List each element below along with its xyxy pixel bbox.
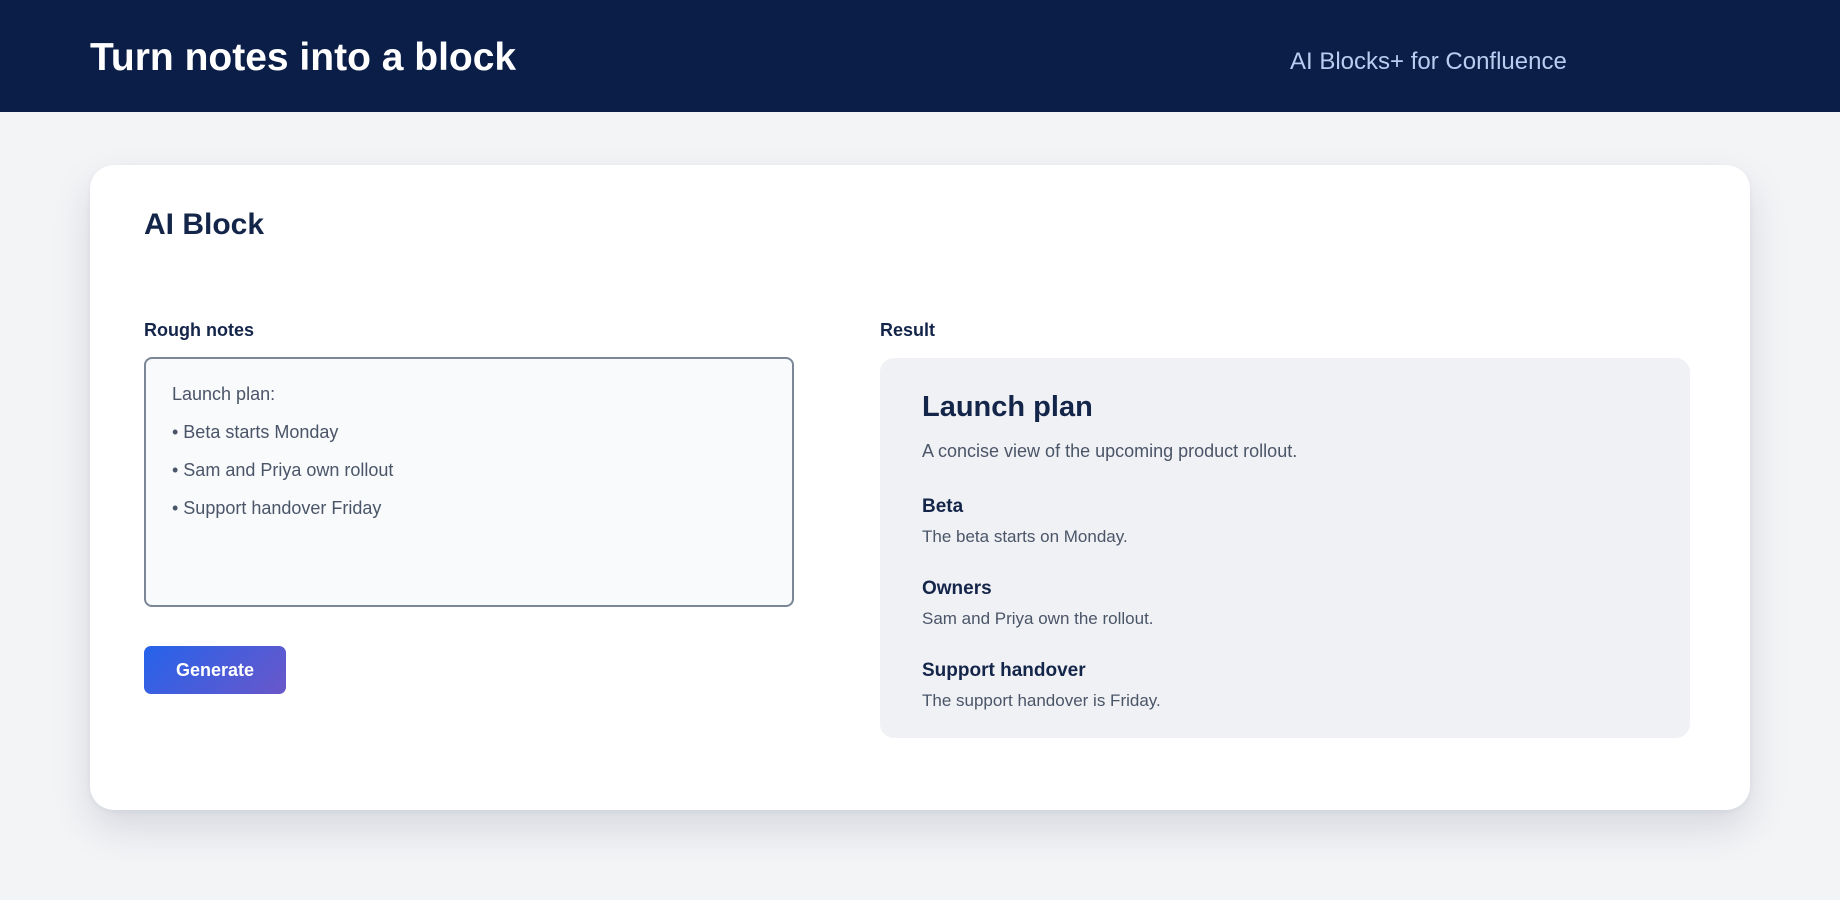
section-text: The support handover is Friday. xyxy=(922,691,1161,710)
notes-textarea[interactable]: Launch plan: • Beta starts Monday • Sam … xyxy=(144,357,794,607)
notes-line: Launch plan: xyxy=(172,384,276,404)
ai-block-card: AI Block Rough notes Launch plan: • Beta… xyxy=(90,165,1750,810)
section-text: The beta starts on Monday. xyxy=(922,527,1128,546)
section-heading: Support handover xyxy=(922,660,1086,681)
notes-label: Rough notes xyxy=(144,320,254,340)
result-section-beta: Beta The beta starts on Monday. xyxy=(922,495,1128,547)
notes-line: • Sam and Priya own rollout xyxy=(172,460,394,480)
card-title: AI Block xyxy=(144,208,265,241)
section-text: Sam and Priya own the rollout. xyxy=(922,609,1154,628)
result-subtitle: A concise view of the upcoming product r… xyxy=(922,441,1298,461)
section-heading: Owners xyxy=(922,578,992,599)
result-label: Result xyxy=(880,320,936,340)
app-header: Turn notes into a block AI Blocks+ for C… xyxy=(0,0,1840,112)
notes-line: • Support handover Friday xyxy=(172,498,382,518)
result-panel: Launch plan A concise view of the upcomi… xyxy=(880,358,1690,738)
notes-line: • Beta starts Monday xyxy=(172,422,339,442)
result-title: Launch plan xyxy=(922,391,1093,423)
page-title: Turn notes into a block xyxy=(90,36,517,79)
section-heading: Beta xyxy=(922,496,964,517)
result-section-support-handover: Support handover The support handover is… xyxy=(922,659,1161,711)
brand-name: AI Blocks+ for Confluence xyxy=(1290,48,1567,75)
result-section-owners: Owners Sam and Priya own the rollout. xyxy=(922,577,1154,629)
generate-button[interactable]: Generate xyxy=(144,646,286,694)
